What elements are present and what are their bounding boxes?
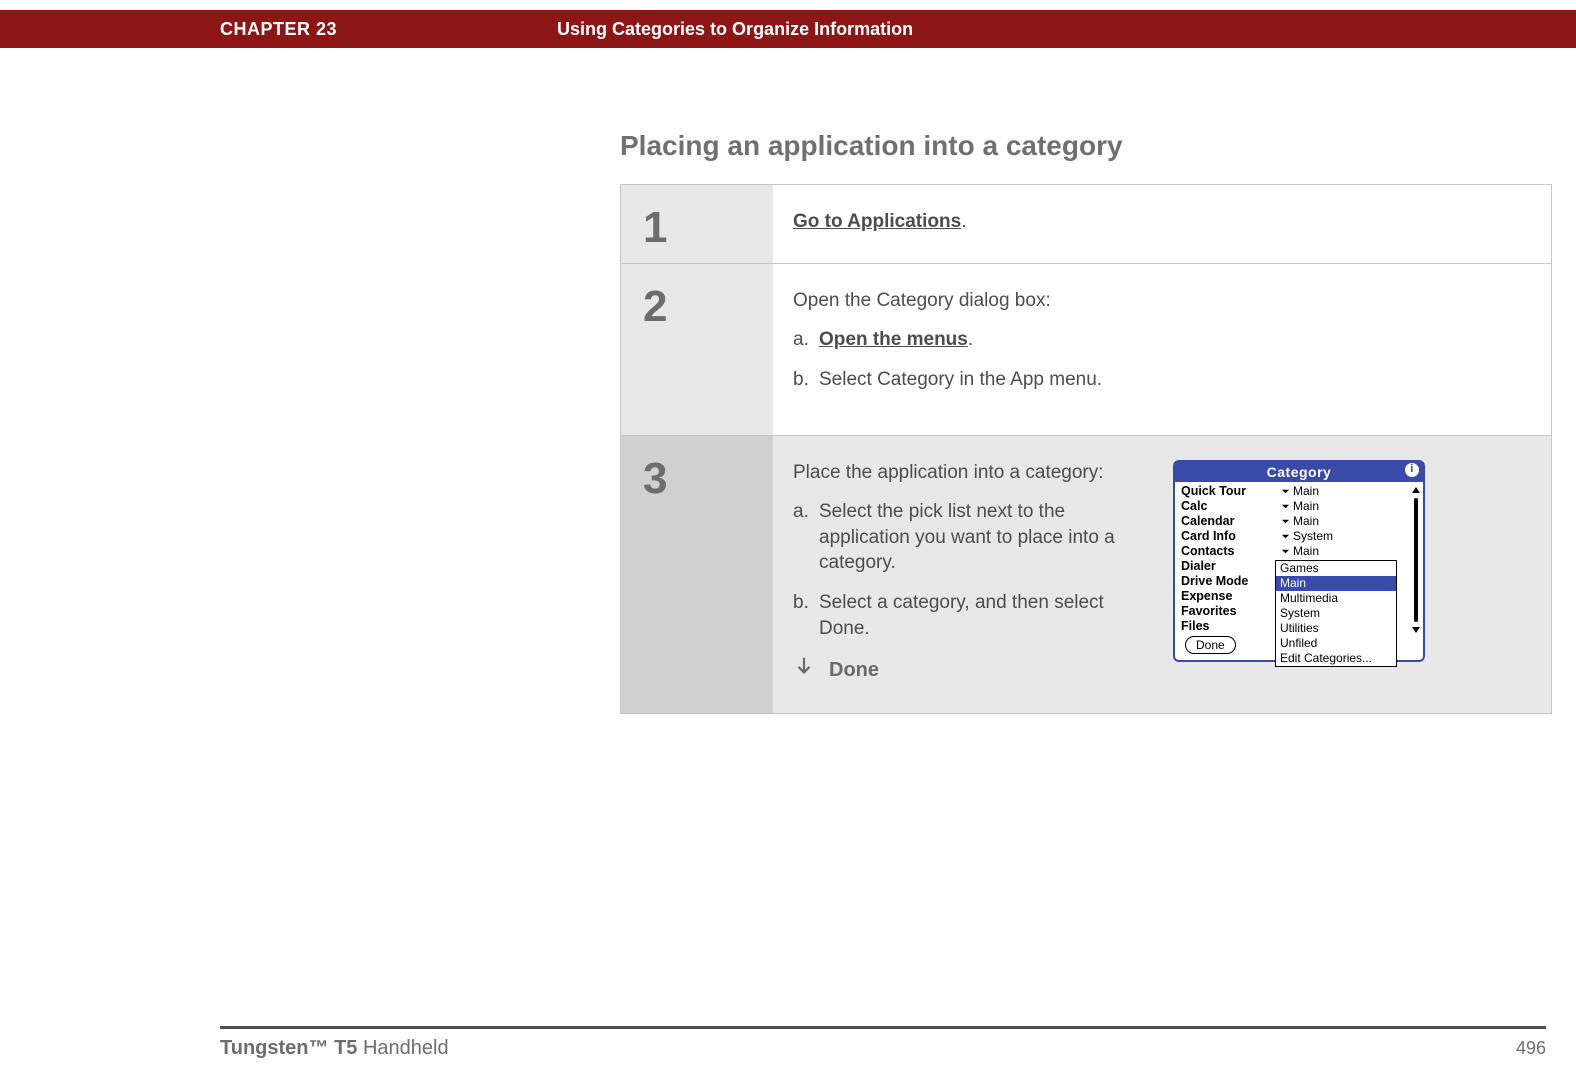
scroll-down-icon[interactable] <box>1411 624 1421 634</box>
main-content: Placing an application into a category 1… <box>620 130 1576 714</box>
list-item[interactable]: Quick Tour <box>1181 484 1281 499</box>
step-1: 1 Go to Applications. <box>621 184 1551 263</box>
step-body: Place the application into a category: a… <box>773 436 1551 714</box>
step-lead: Place the application into a category: <box>793 460 1143 486</box>
popup-item[interactable]: Edit Categories... <box>1276 651 1396 666</box>
step-3: 3 Place the application into a category:… <box>621 435 1551 714</box>
step-lead: Open the Category dialog box: <box>793 288 1517 314</box>
substep-label: b. <box>793 590 819 641</box>
arrow-down-icon <box>793 655 815 685</box>
popup-item[interactable]: System <box>1276 606 1396 621</box>
chevron-down-icon <box>1281 502 1290 511</box>
chevron-down-icon <box>1281 517 1290 526</box>
chapter-title: Using Categories to Organize Information <box>557 19 913 40</box>
list-item[interactable]: Calendar <box>1181 514 1281 529</box>
info-icon[interactable]: i <box>1405 463 1419 477</box>
category-dialog-screenshot: Category i Quick Tour Calc Calendar Card… <box>1173 460 1423 686</box>
product-bold: Tungsten™ T5 <box>220 1037 357 1059</box>
done-label: Done <box>829 657 879 684</box>
list-item[interactable]: Drive Mode <box>1181 574 1281 589</box>
category-value: Main <box>1293 484 1319 499</box>
popup-item[interactable]: Unfiled <box>1276 636 1396 651</box>
chevron-down-icon <box>1281 532 1290 541</box>
list-item[interactable]: Favorites <box>1181 604 1281 619</box>
palm-scrollbar[interactable] <box>1412 486 1420 634</box>
substep-text: Select Category in the App menu. <box>819 367 1517 393</box>
substep-text: Select a category, and then select Done. <box>819 590 1143 641</box>
list-item[interactable]: Expense <box>1181 589 1281 604</box>
category-picklist[interactable]: Main <box>1281 484 1421 499</box>
step-body: Open the Category dialog box: a. Open th… <box>773 264 1551 435</box>
palm-titlebar: Category i <box>1175 462 1423 483</box>
substep-b: b. Select a category, and then select Do… <box>793 590 1143 641</box>
list-item[interactable]: Dialer <box>1181 559 1281 574</box>
substep-label: a. <box>793 327 819 353</box>
step-number: 2 <box>621 264 773 435</box>
substep-b: b. Select Category in the App menu. <box>793 367 1517 393</box>
chevron-down-icon <box>1281 547 1290 556</box>
substep-a: a. Open the menus. <box>793 327 1517 353</box>
list-item[interactable]: Contacts <box>1181 544 1281 559</box>
text: . <box>961 211 966 232</box>
popup-item[interactable]: Multimedia <box>1276 591 1396 606</box>
popup-item-selected[interactable]: Main <box>1276 576 1396 591</box>
step-2: 2 Open the Category dialog box: a. Open … <box>621 263 1551 435</box>
category-picklist[interactable]: Main <box>1281 544 1421 559</box>
substep-label: a. <box>793 499 819 576</box>
step-number: 1 <box>621 185 773 263</box>
palm-done-button[interactable]: Done <box>1185 636 1236 654</box>
list-item[interactable]: Card Info <box>1181 529 1281 544</box>
section-title: Placing an application into a category <box>620 130 1576 162</box>
category-value: Main <box>1293 499 1319 514</box>
substep-label: b. <box>793 367 819 393</box>
step-body: Go to Applications. <box>773 185 1551 263</box>
category-popup: Games Main Multimedia System Utilities U… <box>1275 560 1397 667</box>
open-the-menus-link[interactable]: Open the menus <box>819 329 968 350</box>
product-name: Tungsten™ T5 Handheld <box>220 1037 449 1060</box>
category-picklist[interactable]: Main <box>1281 499 1421 514</box>
chapter-label: CHAPTER 23 <box>220 19 337 40</box>
chevron-down-icon <box>1281 487 1290 496</box>
palm-dialog: Category i Quick Tour Calc Calendar Card… <box>1173 460 1425 663</box>
done-indicator: Done <box>793 655 1143 685</box>
category-picklist[interactable]: Main <box>1281 514 1421 529</box>
page-number: 496 <box>1516 1038 1546 1059</box>
palm-title: Category <box>1267 464 1332 480</box>
scroll-track[interactable] <box>1414 498 1418 622</box>
scroll-up-icon[interactable] <box>1411 486 1421 496</box>
substep-a: a. Select the pick list next to the appl… <box>793 499 1143 576</box>
popup-item[interactable]: Games <box>1276 561 1396 576</box>
category-value: Main <box>1293 514 1319 529</box>
page-footer: Tungsten™ T5 Handheld 496 <box>220 1026 1546 1060</box>
substep-text: Select the pick list next to the applica… <box>819 499 1143 576</box>
text: . <box>968 329 973 350</box>
category-picklist[interactable]: System <box>1281 529 1421 544</box>
list-item[interactable]: Calc <box>1181 499 1281 514</box>
category-value: System <box>1293 529 1333 544</box>
steps-container: 1 Go to Applications. 2 Open the Categor… <box>620 184 1552 714</box>
category-value: Main <box>1293 544 1319 559</box>
product-rest: Handheld <box>357 1037 448 1059</box>
list-item[interactable]: Files <box>1181 619 1281 634</box>
chapter-banner: CHAPTER 23 Using Categories to Organize … <box>0 10 1576 48</box>
step-number: 3 <box>621 436 773 714</box>
palm-app-list: Quick Tour Calc Calendar Card Info Conta… <box>1181 484 1281 656</box>
go-to-applications-link[interactable]: Go to Applications <box>793 211 961 232</box>
popup-item[interactable]: Utilities <box>1276 621 1396 636</box>
